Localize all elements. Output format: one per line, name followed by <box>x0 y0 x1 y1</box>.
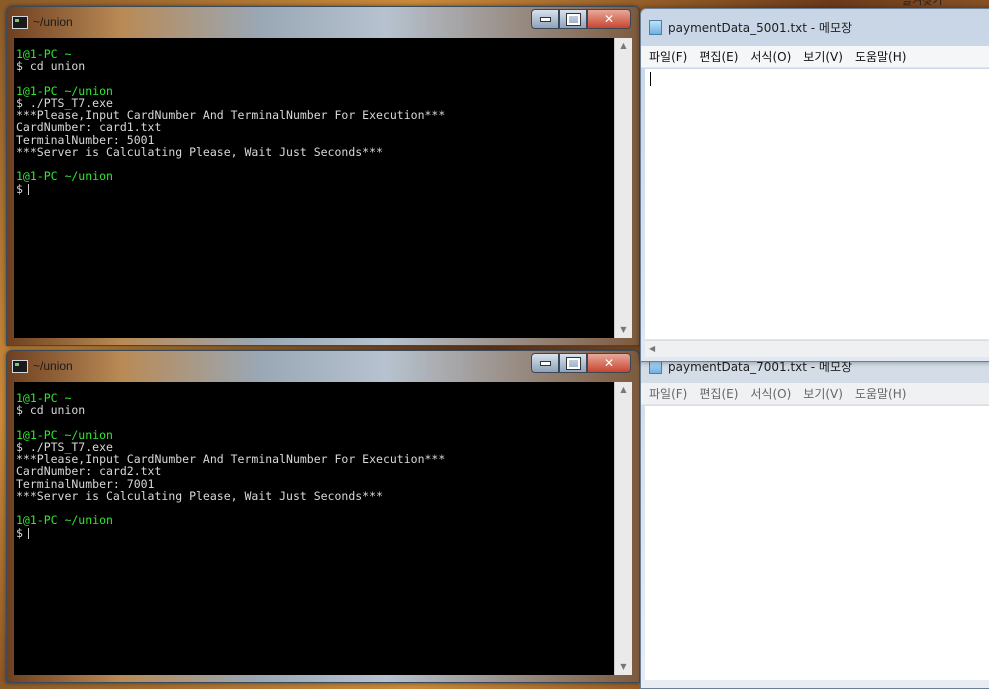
minimize-icon <box>539 16 551 22</box>
menu-file[interactable]: 파일(F) <box>649 48 687 65</box>
menu-bar: 파일(F) 편집(E) 서식(O) 보기(V) 도움말(H) <box>641 46 989 68</box>
minimize-icon <box>539 360 551 366</box>
scroll-up-icon[interactable]: ▲ <box>615 382 632 398</box>
scroll-left-icon[interactable]: ◀ <box>649 341 655 357</box>
desktop-gadget[interactable]: 즐겨찾기 <box>880 0 989 8</box>
menu-format[interactable]: 서식(O) <box>750 385 791 402</box>
terminal-icon[interactable] <box>12 359 28 373</box>
maximize-icon <box>565 12 581 26</box>
maximize-button[interactable] <box>559 353 587 373</box>
window-title: paymentData_5001.txt - 메모장 <box>668 20 853 35</box>
console-line: CardNumber: card1.txt <box>16 120 162 135</box>
close-button[interactable]: ✕ <box>587 9 631 29</box>
close-button[interactable]: ✕ <box>587 353 631 373</box>
prompt-symbol: $ <box>16 181 23 196</box>
menu-format[interactable]: 서식(O) <box>750 48 791 65</box>
close-icon: ✕ <box>603 356 615 370</box>
menu-view[interactable]: 보기(V) <box>803 385 843 402</box>
notepad-window-1[interactable]: paymentData_5001.txt - 메모장 파일(F) 편집(E) 서… <box>640 8 989 362</box>
window-title: ~/union <box>33 15 73 29</box>
text-editor[interactable] <box>645 406 989 680</box>
close-icon: ✕ <box>603 12 615 26</box>
title-bar[interactable]: ~/union ✕ <box>7 351 639 379</box>
menu-help[interactable]: 도움말(H) <box>855 385 907 402</box>
vertical-scrollbar[interactable]: ▲ ▼ <box>614 38 632 338</box>
maximize-icon <box>565 356 581 370</box>
terminal-icon[interactable] <box>12 15 28 29</box>
text-caret <box>650 72 651 86</box>
console-line: ***Server is Calculating Please, Wait Ju… <box>16 145 383 160</box>
notepad-icon <box>649 19 662 35</box>
terminal-window-2[interactable]: ~/union ✕ 1@1-PC ~ $ cd union 1@1-PC ~/u… <box>6 350 640 683</box>
minimize-button[interactable] <box>531 353 559 373</box>
console-line: $ cd union <box>16 59 86 74</box>
console-output[interactable]: 1@1-PC ~ $ cd union 1@1-PC ~/union $ ./P… <box>14 38 615 338</box>
menu-help[interactable]: 도움말(H) <box>855 48 907 65</box>
console-line: $ cd union <box>16 403 86 418</box>
menu-view[interactable]: 보기(V) <box>803 48 843 65</box>
minimize-button[interactable] <box>531 9 559 29</box>
input-line[interactable]: $ <box>16 183 615 195</box>
menu-file[interactable]: 파일(F) <box>649 385 687 402</box>
console-line: 1@1-PC ~/union <box>16 513 113 528</box>
title-bar[interactable]: paymentData_5001.txt - 메모장 <box>649 17 852 37</box>
vertical-scrollbar[interactable]: ▲ ▼ <box>614 382 632 675</box>
gadget-label: 즐겨찾기 <box>902 0 943 7</box>
console-line: ***Server is Calculating Please, Wait Ju… <box>16 489 383 504</box>
menu-edit[interactable]: 편집(E) <box>699 385 738 402</box>
scroll-up-icon[interactable]: ▲ <box>615 38 632 54</box>
console-line: 1@1-PC ~ <box>16 47 72 61</box>
scroll-down-icon[interactable]: ▼ <box>615 659 632 675</box>
maximize-button[interactable] <box>559 9 587 29</box>
text-cursor <box>27 527 29 539</box>
scroll-down-icon[interactable]: ▼ <box>615 322 632 338</box>
text-cursor <box>27 183 29 195</box>
menu-bar: 파일(F) 편집(E) 서식(O) 보기(V) 도움말(H) <box>641 383 989 405</box>
notepad-window-2[interactable]: paymentData_7001.txt - 메모장 파일(F) 편집(E) 서… <box>640 357 989 689</box>
prompt-symbol: $ <box>16 525 23 540</box>
console-line: 1@1-PC ~ <box>16 391 72 405</box>
title-bar[interactable]: ~/union ✕ <box>7 7 639 35</box>
menu-edit[interactable]: 편집(E) <box>699 48 738 65</box>
console-line: 1@1-PC ~/union <box>16 169 113 184</box>
input-line[interactable]: $ <box>16 527 615 539</box>
console-output[interactable]: 1@1-PC ~ $ cd union 1@1-PC ~/union $ ./P… <box>14 382 615 675</box>
text-editor[interactable] <box>645 69 989 339</box>
terminal-window-1[interactable]: ~/union ✕ 1@1-PC ~ $ cd union 1@1-PC ~/u… <box>6 6 640 346</box>
horizontal-scrollbar[interactable]: ◀ <box>645 340 989 357</box>
console-line: CardNumber: card2.txt <box>16 464 162 479</box>
window-title: ~/union <box>33 359 73 373</box>
